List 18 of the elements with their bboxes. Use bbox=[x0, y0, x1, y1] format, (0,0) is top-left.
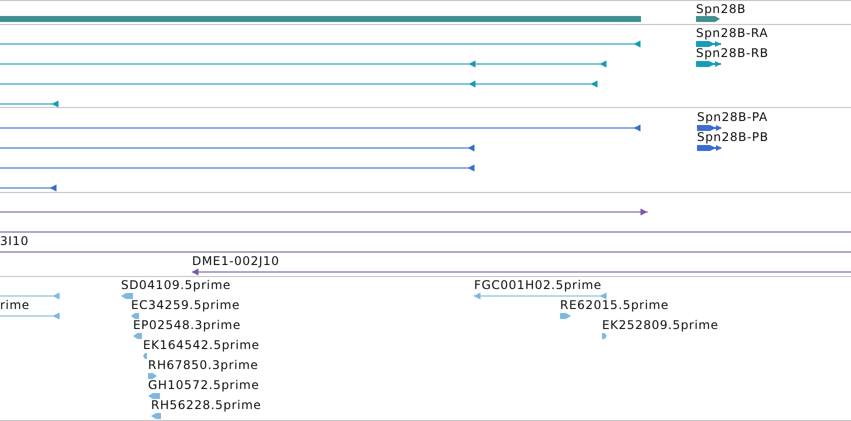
feature-label: FGC001H02.5prime bbox=[474, 279, 602, 292]
feature-label: EK164542.5prime bbox=[143, 339, 260, 352]
feature-label: GH10572.5prime bbox=[148, 379, 260, 392]
feature-label: RE62015.5prime bbox=[560, 299, 669, 312]
feature-label: Spn28B-RA bbox=[696, 27, 768, 40]
feature-label: RH56228.5prime bbox=[151, 399, 262, 412]
feature-label: EP02548.3prime bbox=[133, 319, 241, 332]
feature-label: Spn28B-RB bbox=[696, 47, 769, 60]
feature-label: 3I10 bbox=[0, 235, 29, 248]
feature-label: EC34259.5prime bbox=[131, 299, 240, 312]
feature-label: RH67850.3prime bbox=[148, 359, 258, 372]
feature-label: Spn28B-PA bbox=[697, 111, 768, 124]
feature-label: rime bbox=[0, 299, 30, 312]
feature-label: Spn28B-PB bbox=[697, 131, 769, 144]
feature-label: SD04109.5prime bbox=[121, 279, 231, 292]
feature-label: Spn28B bbox=[696, 3, 746, 16]
feature-label: DME1-002J10 bbox=[192, 255, 280, 268]
feature-label: EK252809.5prime bbox=[602, 319, 719, 332]
